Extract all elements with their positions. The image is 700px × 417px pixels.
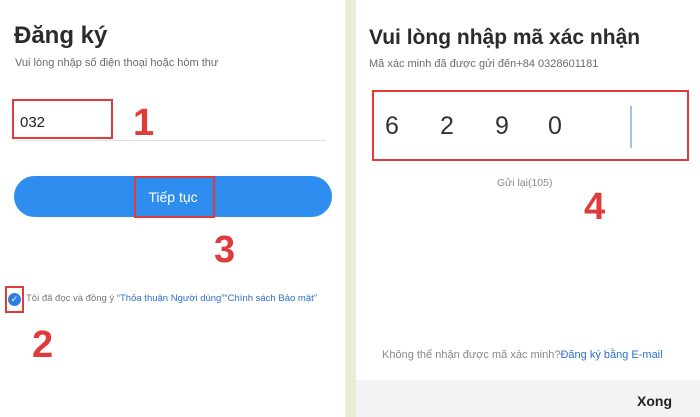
annotation-number-4: 4 <box>584 186 606 228</box>
signup-panel: Đăng ký Vui lòng nhập số điện thoại hoặc… <box>0 0 345 417</box>
highlight-box-checkbox <box>5 286 24 313</box>
highlight-box-phone <box>12 99 113 139</box>
annotation-number-1: 1 <box>133 102 155 144</box>
privacy-policy-link[interactable]: “Chính sách Bảo mật” <box>225 293 317 304</box>
cant-receive-question: Không thể nhận được mã xác minh? <box>382 349 561 361</box>
cant-receive-text: Không thể nhận được mã xác minh?Đăng ký … <box>382 349 663 361</box>
resend-button[interactable]: Gửi lại(105) <box>497 177 552 189</box>
panel-divider <box>345 0 356 417</box>
verify-panel: Vui lòng nhập mã xác nhận Mã xác minh đã… <box>356 0 700 417</box>
done-button[interactable]: Xong <box>637 393 672 409</box>
signup-title: Đăng ký <box>14 22 108 49</box>
terms-text: Tôi đã đọc và đồng ý “Thỏa thuận Người d… <box>26 293 317 304</box>
email-signup-link[interactable]: Đăng ký bằng E-mail <box>560 349 662 361</box>
annotation-number-2: 2 <box>32 324 54 366</box>
verify-title: Vui lòng nhập mã xác nhận <box>369 26 641 49</box>
highlight-box-continue <box>134 176 215 218</box>
code-sent-text: Mã xác minh đã được gửi đến+84 032860118… <box>369 58 599 70</box>
terms-prefix: Tôi đã đọc và đồng ý <box>26 293 115 304</box>
user-agreement-link[interactable]: “Thỏa thuận Người dùng” <box>117 293 225 304</box>
highlight-box-code <box>372 90 689 161</box>
annotation-number-3: 3 <box>214 229 236 271</box>
signup-subtitle: Vui lòng nhập số điện thoại hoặc hòm thư <box>15 57 219 69</box>
